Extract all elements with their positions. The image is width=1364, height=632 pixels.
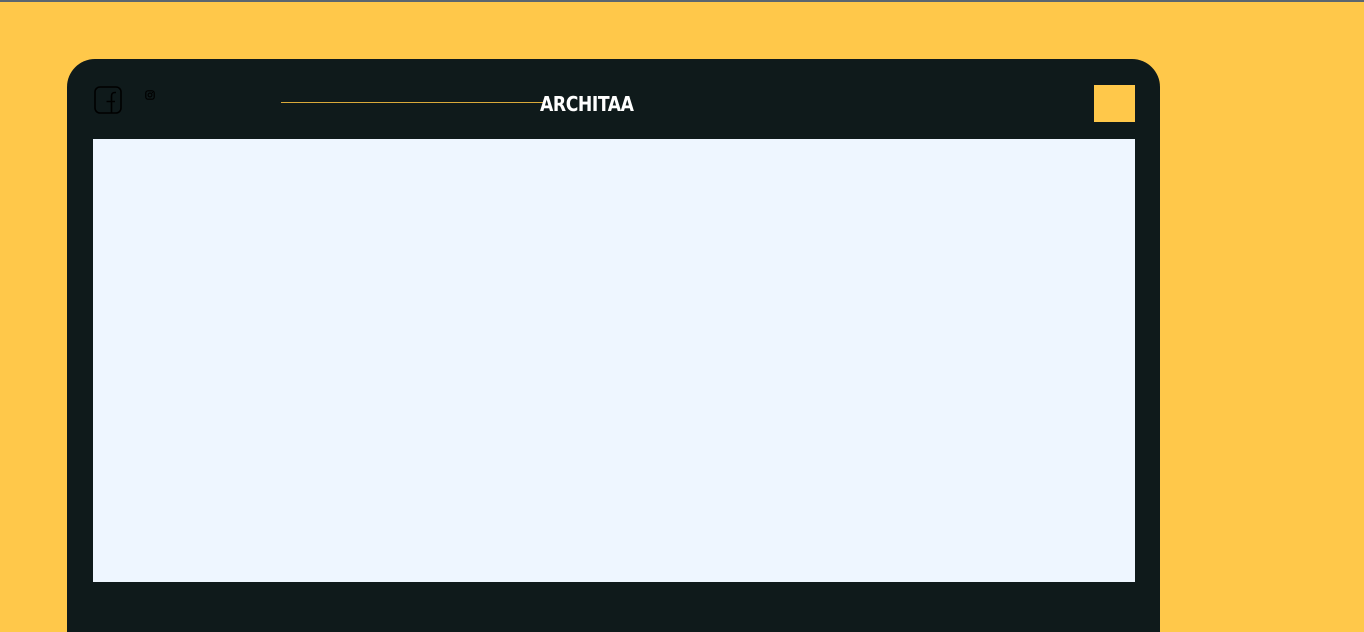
title-decor-line: [281, 102, 543, 103]
brand-title: ARCHITAA: [540, 92, 634, 116]
menu-button[interactable]: [1094, 85, 1135, 122]
content-screen: [93, 139, 1135, 582]
facebook-icon[interactable]: [94, 86, 122, 114]
device-frame: ARCHITAA: [67, 59, 1160, 632]
top-border: [0, 0, 1364, 2]
instagram-icon[interactable]: [145, 87, 155, 100]
